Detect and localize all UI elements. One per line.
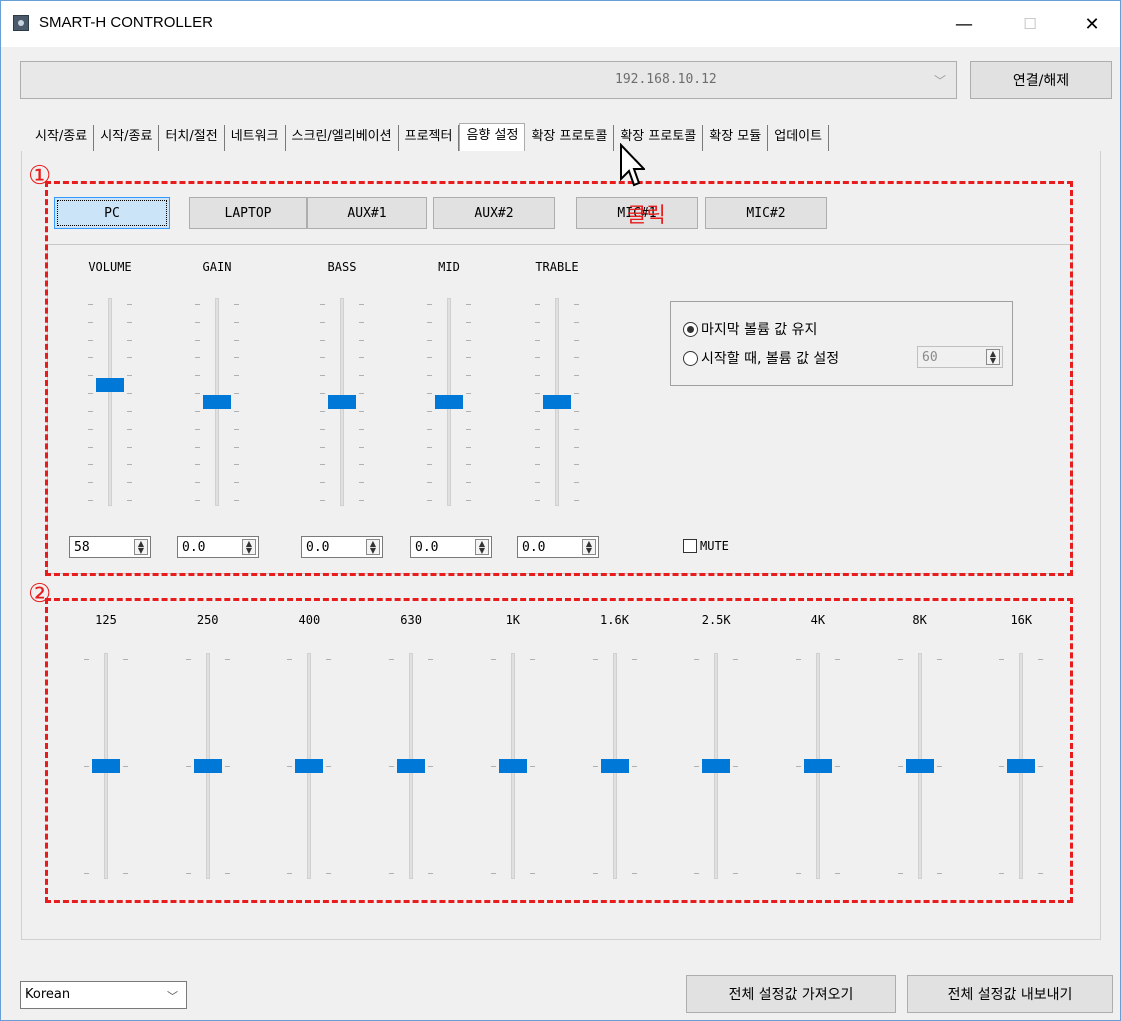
annotation-marker-1: ①	[28, 161, 52, 191]
language-value: Korean	[25, 987, 71, 1002]
tab-3[interactable]: 터치/절전	[159, 125, 225, 151]
app-window: SMART-H CONTROLLER — ☐ ✕ 192.168.10.12 ﹀…	[0, 0, 1121, 1021]
chevron-down-icon: ﹀	[167, 990, 178, 1003]
click-annotation: 클릭	[627, 203, 666, 227]
import-settings-button[interactable]: 전체 설정값 가져오기	[686, 975, 896, 1013]
tab-5[interactable]: 스크린/엘리베이션	[286, 125, 399, 151]
app-icon	[13, 15, 29, 31]
tab-1[interactable]: 시작/종료	[29, 125, 95, 151]
export-settings-button[interactable]: 전체 설정값 내보내기	[907, 975, 1113, 1013]
connect-button[interactable]: 연결/해제	[970, 61, 1112, 99]
annotation-marker-2: ②	[28, 579, 52, 609]
tab-7[interactable]: 음향 설정	[459, 123, 526, 151]
mouse-cursor-icon	[620, 143, 645, 187]
tab-6[interactable]: 프로젝터	[399, 125, 460, 151]
close-button[interactable]: ✕	[1069, 7, 1115, 41]
chevron-down-icon: ﹀	[933, 74, 946, 88]
annotation-box-1	[45, 181, 1073, 576]
tab-8[interactable]: 확장 프로토콜	[525, 125, 615, 151]
tab-strip: 시작/종료 시작/종료 터치/절전 네트워크 스크린/엘리베이션 프로젝터 음향 설정 확장 …	[29, 123, 830, 151]
tab-2[interactable]: 시작/종료	[94, 125, 160, 151]
maximize-button[interactable]: ☐	[1007, 7, 1053, 41]
tab-11[interactable]: 업데이트	[768, 125, 830, 151]
language-select[interactable]: Korean ﹀	[20, 981, 187, 1009]
tab-4[interactable]: 네트워크	[225, 125, 286, 151]
tab-10[interactable]: 확장 모듈	[703, 125, 769, 151]
title-bar: SMART-H CONTROLLER — ☐ ✕	[1, 1, 1120, 47]
window-title: SMART-H CONTROLLER	[39, 14, 213, 31]
address-combobox[interactable]: 192.168.10.12 ﹀	[20, 61, 957, 99]
minimize-button[interactable]: —	[941, 7, 987, 41]
address-value: 192.168.10.12	[615, 72, 717, 87]
annotation-box-2	[45, 598, 1073, 903]
